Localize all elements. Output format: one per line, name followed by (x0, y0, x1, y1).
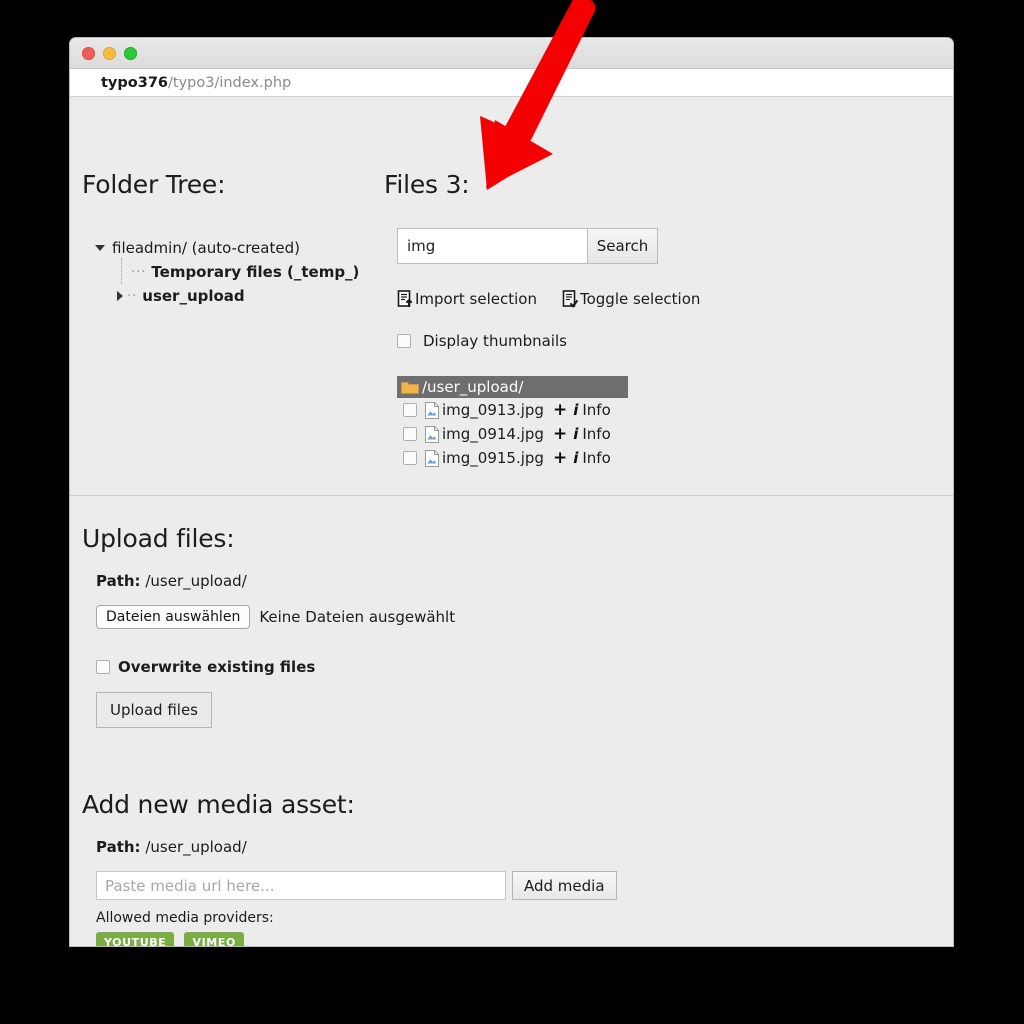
file-name: img_0914.jpg (442, 425, 544, 443)
image-file-icon (425, 449, 439, 467)
url-host: typo376 (101, 74, 168, 91)
search-row: Search (397, 228, 700, 264)
tree-item-label: user_upload (142, 287, 245, 305)
tree-item-temporary-files[interactable]: ··· Temporary files (_temp_) (95, 258, 360, 284)
chevron-down-icon[interactable] (95, 245, 105, 251)
provider-badge-youtube: YOUTUBE (96, 932, 175, 946)
file-select-checkbox[interactable] (403, 427, 417, 441)
tree-item-label: Temporary files (_temp_) (151, 263, 360, 281)
add-file-button[interactable]: + (553, 424, 567, 444)
search-button[interactable]: Search (588, 228, 658, 264)
address-bar[interactable]: typo376/typo3/index.php (70, 69, 953, 97)
tree-connector-icon: ··· (131, 264, 147, 280)
upload-path-value: /user_upload/ (145, 572, 247, 590)
files-heading: Files 3: (384, 170, 470, 199)
display-thumbnails-row[interactable]: Display thumbnails (397, 332, 700, 350)
page-content: Folder Tree: fileadmin/ (auto-created) ·… (70, 98, 953, 946)
media-url-input[interactable] (96, 871, 506, 900)
file-select-checkbox[interactable] (403, 403, 417, 417)
image-file-icon (425, 401, 439, 419)
upload-files-button[interactable]: Upload files (96, 692, 212, 728)
image-file-icon (425, 425, 439, 443)
import-selection-button[interactable]: Import selection (397, 290, 537, 308)
display-thumbnails-checkbox[interactable] (397, 334, 411, 348)
tree-item-user-upload[interactable]: ·· user_upload (95, 284, 359, 308)
file-chooser-status: Keine Dateien ausgewählt (259, 608, 456, 626)
add-media-button[interactable]: Add media (512, 871, 617, 900)
file-chooser-row: Dateien auswählen Keine Dateien ausgewäh… (96, 605, 455, 629)
toggle-selection-button[interactable]: Toggle selection (562, 290, 700, 308)
close-window-button[interactable] (82, 46, 95, 60)
info-icon: i (573, 425, 579, 443)
files-panel: Search Import selection (397, 228, 700, 470)
toggle-icon (562, 290, 579, 308)
media-input-row: Add media (96, 871, 617, 900)
folder-path-bar[interactable]: /user_upload/ (397, 376, 628, 398)
info-icon: i (573, 401, 579, 419)
allowed-providers-label: Allowed media providers: (96, 910, 274, 926)
overwrite-existing-checkbox[interactable] (96, 660, 110, 674)
file-name: img_0915.jpg (442, 449, 544, 467)
choose-files-button[interactable]: Dateien auswählen (96, 605, 251, 629)
action-label: Toggle selection (579, 290, 701, 308)
folder-icon (401, 381, 419, 394)
maximize-window-button[interactable] (124, 46, 137, 60)
info-icon: i (573, 449, 579, 467)
add-file-button[interactable]: + (553, 400, 567, 420)
media-path-label: Path: (96, 838, 141, 856)
action-label: Import selection (415, 290, 537, 308)
file-info-link[interactable]: Info (582, 401, 610, 419)
search-input[interactable] (397, 228, 588, 264)
browser-window: typo376/typo3/index.php Folder Tree: fil… (70, 38, 953, 946)
file-row[interactable]: img_0914.jpg + i Info (397, 422, 700, 446)
file-name: img_0913.jpg (442, 401, 544, 419)
section-divider (70, 495, 953, 496)
overwrite-existing-label: Overwrite existing files (118, 658, 316, 676)
provider-badges: YOUTUBE VIMEO (96, 931, 249, 946)
upload-path-label: Path: (96, 572, 141, 590)
provider-badge-vimeo: VIMEO (184, 932, 244, 946)
files-actions: Import selection Toggle selection (397, 290, 700, 308)
file-row[interactable]: img_0913.jpg + i Info (397, 398, 700, 422)
tree-item-label: fileadmin/ (auto-created) (112, 239, 300, 257)
file-info-link[interactable]: Info (582, 425, 610, 443)
media-path: Path: /user_upload/ (96, 838, 247, 856)
import-icon (397, 290, 413, 307)
tree-item-fileadmin[interactable]: fileadmin/ (auto-created) (95, 236, 359, 260)
overwrite-row[interactable]: Overwrite existing files (96, 658, 315, 676)
display-thumbnails-label: Display thumbnails (423, 332, 567, 350)
tree-connector-icon: ·· (127, 288, 138, 304)
url-path: /typo3/index.php (168, 74, 292, 91)
file-row[interactable]: img_0915.jpg + i Info (397, 446, 700, 470)
media-asset-heading: Add new media asset: (82, 790, 355, 819)
add-file-button[interactable]: + (553, 448, 567, 468)
file-list: /user_upload/ img_0913.jpg + i Info img_… (397, 376, 700, 470)
upload-files-heading: Upload files: (82, 524, 235, 553)
minimize-window-button[interactable] (103, 46, 116, 60)
media-path-value: /user_upload/ (145, 838, 247, 856)
chevron-right-icon[interactable] (117, 291, 123, 301)
folder-tree-heading: Folder Tree: (82, 170, 226, 199)
folder-tree: fileadmin/ (auto-created) ··· Temporary … (95, 236, 359, 308)
window-titlebar (70, 38, 953, 69)
upload-path: Path: /user_upload/ (96, 572, 247, 590)
file-select-checkbox[interactable] (403, 451, 417, 465)
file-info-link[interactable]: Info (582, 449, 610, 467)
folder-path-label: /user_upload/ (422, 378, 524, 396)
tree-guide-line (121, 258, 122, 284)
